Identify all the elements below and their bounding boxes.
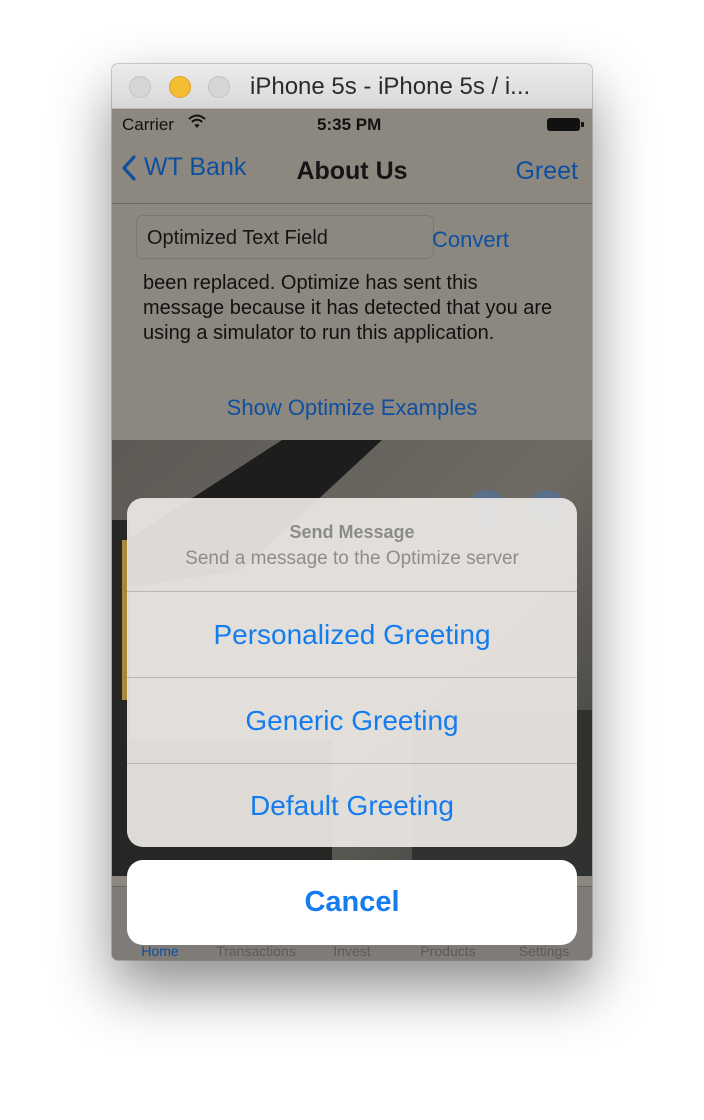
personalized-greeting-button[interactable]: Personalized Greeting	[127, 592, 577, 678]
show-examples-link[interactable]: Show Optimize Examples	[112, 395, 592, 421]
status-bar: Carrier 5:35 PM	[112, 109, 592, 139]
optimized-text-field[interactable]: Optimized Text Field	[136, 215, 434, 259]
navigation-bar: WT Bank About Us Greet	[112, 139, 592, 204]
window-title: iPhone 5s - iPhone 5s / i...	[250, 73, 531, 100]
convert-button[interactable]: Convert	[432, 227, 509, 253]
status-time: 5:35 PM	[317, 115, 382, 134]
greet-button[interactable]: Greet	[515, 157, 578, 186]
cancel-button[interactable]: Cancel	[127, 860, 577, 945]
tab-transactions[interactable]: Transactions	[208, 943, 304, 959]
carrier-label: Carrier	[122, 115, 174, 134]
action-sheet-subtitle: Send a message to the Optimize server	[185, 548, 519, 569]
tab-settings[interactable]: Settings	[496, 943, 592, 959]
tab-home[interactable]: Home	[112, 943, 208, 959]
default-greeting-button[interactable]: Default Greeting	[127, 764, 577, 847]
wifi-icon	[188, 114, 206, 128]
action-sheet-title: Send Message	[289, 522, 415, 542]
tab-products[interactable]: Products	[400, 943, 496, 959]
action-sheet-header: Send Message Send a message to the Optim…	[127, 498, 577, 592]
zoom-window-button[interactable]	[208, 76, 230, 98]
minimize-window-button[interactable]	[169, 76, 191, 98]
optimize-message-text: been replaced. Optimize has sent this me…	[143, 272, 553, 344]
generic-greeting-button[interactable]: Generic Greeting	[127, 678, 577, 764]
tab-invest[interactable]: Invest	[304, 943, 400, 959]
battery-icon	[547, 118, 584, 131]
window-titlebar[interactable]: iPhone 5s - iPhone 5s / i...	[112, 64, 592, 109]
action-sheet: Send Message Send a message to the Optim…	[127, 498, 577, 847]
close-window-button[interactable]	[129, 76, 151, 98]
